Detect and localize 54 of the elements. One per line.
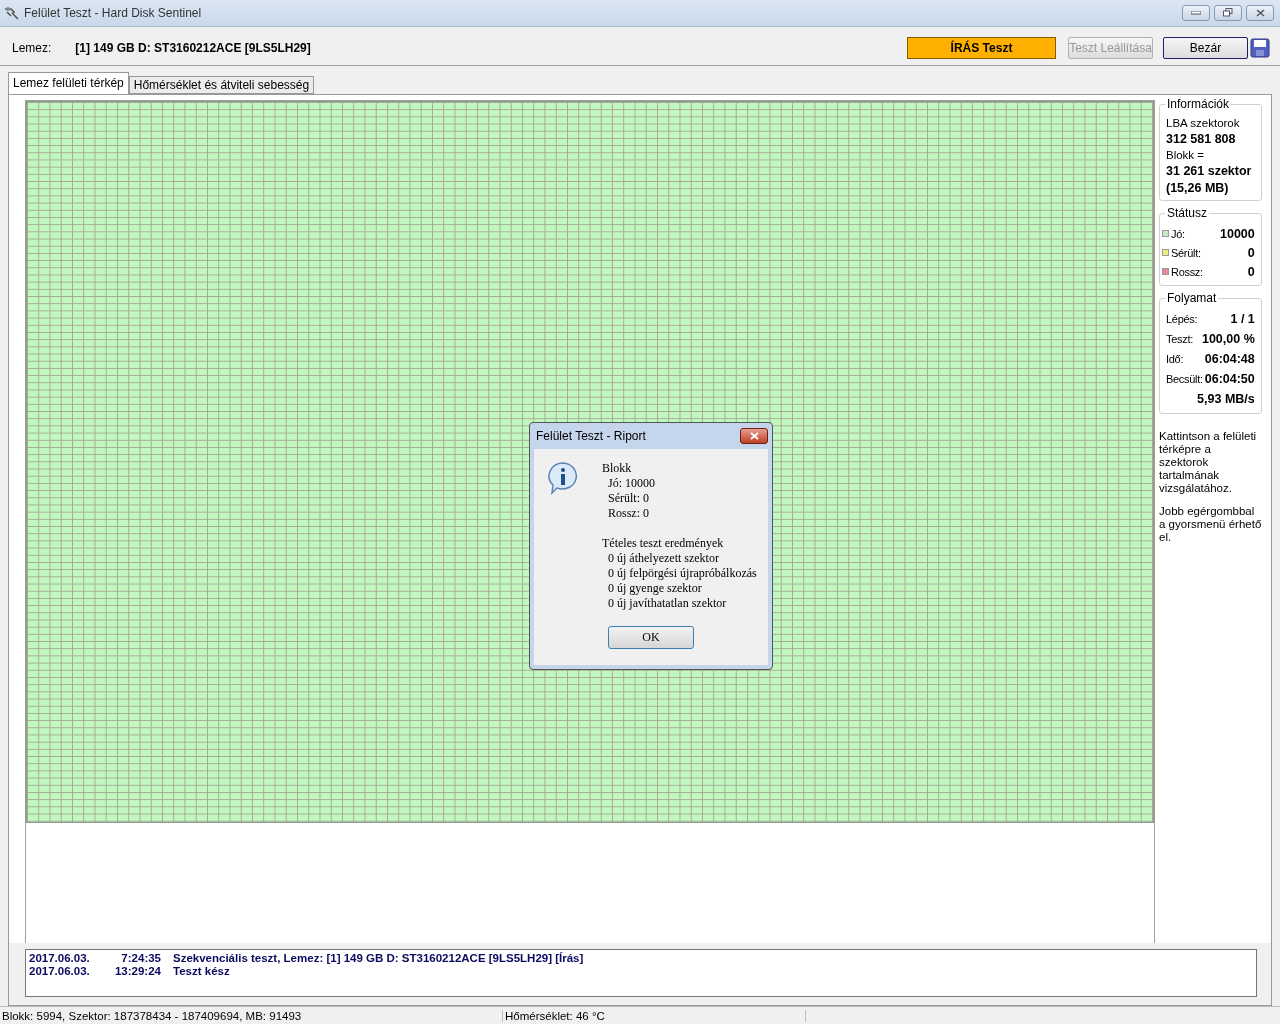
info-text: 31 261 szektor [1166, 163, 1253, 178]
dialog-title: Felület Teszt - Riport [536, 428, 646, 443]
progress-value: 1 / 1 [1230, 312, 1255, 327]
restore-button[interactable] [1214, 4, 1242, 21]
info-text: Blokk = [1166, 148, 1206, 161]
log-time: 13:29:24 [113, 965, 161, 979]
log-message: Szekvenciális teszt, Lemez: [1] 149 GB D: ST3160212ACE [9LS5LH29] [Írás] [173, 952, 584, 966]
status-label: Sérült: [1171, 246, 1202, 259]
status-bar-text: Blokk: 5994, Szektor: 187378434 - 187409694, MB: 91493 [0, 1009, 503, 1022]
close-icon [1255, 8, 1265, 17]
log-date: 2017.06.03. [29, 965, 91, 979]
tab[interactable]: Lemez felületi térkép [8, 71, 129, 94]
ok-button[interactable]: OK [608, 625, 694, 649]
disk-name: [1] 149 GB D: ST3160212ACE [9LS5LH29] [75, 40, 312, 55]
log-message: Teszt kész [173, 965, 230, 979]
progress-label: Idő: [1166, 353, 1185, 366]
window-title: Felület Teszt - Hard Disk Sentinel [24, 5, 203, 20]
progress-label: Lépés: [1166, 313, 1199, 326]
close-button[interactable] [1246, 4, 1274, 21]
status-value: 10000 [1220, 226, 1255, 241]
log-date: 2017.06.03. [29, 952, 91, 966]
group-title: Státusz [1165, 205, 1210, 220]
info-text: LBA szektorok [1166, 116, 1241, 129]
restore-icon [1223, 8, 1233, 18]
info-icon [546, 460, 580, 495]
info-text: (15,26 MB) [1166, 180, 1230, 195]
status-value: 0 [1247, 245, 1255, 260]
save-icon[interactable] [1250, 37, 1270, 58]
close-button[interactable] [740, 427, 768, 444]
progress-value: 06:04:48 [1204, 352, 1255, 367]
close-dialog-button[interactable]: Bezár [1163, 36, 1248, 59]
test-mode-indicator: ÍRÁS Teszt [907, 36, 1056, 59]
disk-label: Lemez: [12, 40, 52, 55]
app-icon [4, 5, 20, 20]
status-bar-text: Hőmérséklet: 46 °C [503, 1009, 806, 1022]
tab[interactable]: Hőmérséklet és átviteli sebesség [128, 75, 315, 94]
close-icon [749, 431, 759, 440]
progress-value: 5,93 MB/s [1197, 392, 1255, 407]
group-title: Információk [1165, 96, 1232, 111]
report-text: Tételes teszt eredmények 0 új áthelyezett szektor 0 új felpörgési újrapróbálkozás 0 új gyenge szektor 0 új javíthatatlan szektor [602, 535, 757, 611]
status-label: Jó: [1171, 227, 1186, 240]
hint-text: Kattintson a felületi térképre a szektorok tartalmának vizsgálatához. [1159, 429, 1258, 495]
info-text: 312 581 808 [1166, 131, 1237, 146]
status-label: Rossz: [1171, 265, 1204, 278]
progress-value: 06:04:50 [1204, 372, 1255, 387]
progress-label: Teszt: [1166, 333, 1194, 346]
progress-label: Becsült: [1166, 373, 1203, 386]
minimize-icon [1191, 10, 1201, 15]
hint-text: Jobb egérgombbal a gyorsmenü érhető el. [1159, 504, 1262, 544]
report-text: Blokk Jó: 10000 Sérült: 0 Rossz: 0 [602, 460, 656, 521]
log-time: 7:24:35 [120, 952, 161, 966]
progress-value: 100,00 % [1201, 332, 1255, 347]
group-title: Folyamat [1165, 290, 1219, 305]
status-value: 0 [1247, 264, 1255, 279]
